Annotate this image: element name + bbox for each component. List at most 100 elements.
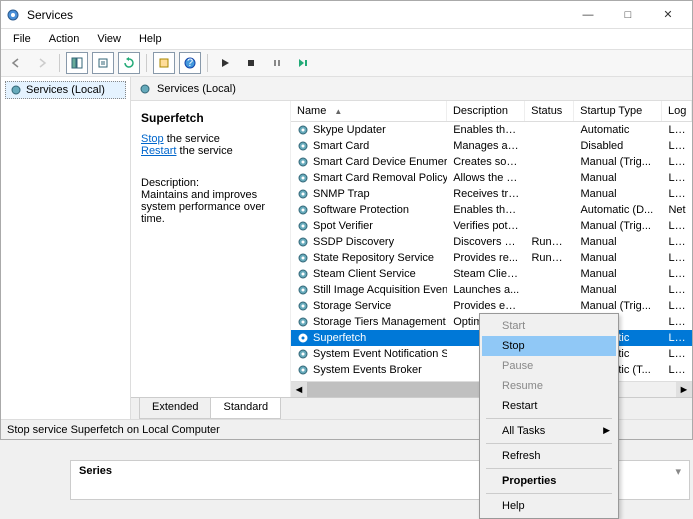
gear-icon [297,364,309,376]
cm-refresh[interactable]: Refresh [482,446,616,466]
col-header-status[interactable]: Status [525,101,574,121]
tab-standard[interactable]: Standard [210,398,281,419]
properties-button[interactable] [153,52,175,74]
service-logon: Loc [662,364,692,376]
gear-icon [297,140,309,152]
minimize-button[interactable]: — [568,1,608,29]
titlebar: Services — □ ✕ [1,1,692,29]
cm-help[interactable]: Help [482,496,616,516]
menu-file[interactable]: File [5,31,39,47]
detail-pane: Superfetch Stop the service Restart the … [131,101,291,397]
service-row[interactable]: Software ProtectionEnables the ...Automa… [291,202,692,218]
service-desc: Enables the ... [447,204,525,216]
gear-icon [10,84,22,96]
gear-icon [297,188,309,200]
service-name: Skype Updater [313,124,386,136]
cm-alltasks[interactable]: All Tasks▶ [482,421,616,441]
service-row[interactable]: Smart Card Removal PolicyAllows the s...… [291,170,692,186]
services-app-icon [5,7,21,23]
tree-pane: Services (Local) [1,77,131,419]
service-desc: Receives tra... [447,188,525,200]
menubar: File Action View Help [1,29,692,49]
col-header-description[interactable]: Description [447,101,525,121]
refresh-button[interactable] [118,52,140,74]
service-row[interactable]: SNMP TrapReceives tra...ManualLoc [291,186,692,202]
service-name: System Event Notification S [313,348,447,360]
tree-services-local[interactable]: Services (Local) [5,81,126,99]
service-logon: Loc [662,252,692,264]
service-logon: Loc [662,284,692,296]
scroll-left-icon[interactable]: ◄ [291,382,307,397]
pause-button[interactable] [266,52,288,74]
service-row[interactable]: Spot VerifierVerifies pote...Manual (Tri… [291,218,692,234]
menu-view[interactable]: View [89,31,129,47]
dropdown-icon[interactable]: ▾ [675,465,681,478]
gear-icon [297,348,309,360]
forward-button[interactable] [31,52,53,74]
service-name: Smart Card [313,140,369,152]
service-row[interactable]: Skype UpdaterEnables the ...AutomaticLoc [291,122,692,138]
export-button[interactable] [92,52,114,74]
gear-icon [297,284,309,296]
stop-link[interactable]: Stop [141,133,164,145]
service-startup: Manual [574,268,662,280]
detail-stop-line: Stop the service [141,133,280,145]
service-logon: Loc [662,124,692,136]
context-menu: Start Stop Pause Resume Restart All Task… [479,313,619,519]
detail-restart-line: Restart the service [141,145,280,157]
gear-icon [297,236,309,248]
gear-icon [297,300,309,312]
service-startup: Automatic (D... [574,204,662,216]
menu-help[interactable]: Help [131,31,170,47]
help-button[interactable]: ? [179,52,201,74]
bottom-label: Series [79,465,112,477]
service-name: State Repository Service [313,252,434,264]
service-desc: Verifies pote... [447,220,525,232]
service-desc: Allows the s... [447,172,525,184]
service-row[interactable]: SSDP DiscoveryDiscovers n...RunningManua… [291,234,692,250]
close-button[interactable]: ✕ [648,1,688,29]
service-name: Still Image Acquisition Events [313,284,447,296]
service-startup: Manual [574,172,662,184]
service-logon: Loc [662,268,692,280]
toolbar: ? [1,49,692,77]
service-row[interactable]: Storage ServiceProvides en...Manual (Tri… [291,298,692,314]
show-hide-tree-button[interactable] [66,52,88,74]
play-button[interactable] [214,52,236,74]
gear-icon [297,252,309,264]
cm-restart[interactable]: Restart [482,396,616,416]
service-desc: Creates soft... [447,156,525,168]
cm-start: Start [482,316,616,336]
service-status: Running [525,252,574,264]
service-logon: Loc [662,172,692,184]
cm-properties[interactable]: Properties [482,471,616,491]
svg-text:?: ? [187,57,193,69]
service-row[interactable]: Steam Client ServiceSteam Clien...Manual… [291,266,692,282]
service-row[interactable]: Smart CardManages ac...DisabledLoc [291,138,692,154]
service-startup: Manual [574,236,662,248]
service-logon: Loc [662,332,692,344]
back-button[interactable] [5,52,27,74]
tab-extended[interactable]: Extended [139,398,211,419]
service-row[interactable]: Smart Card Device Enumera...Creates soft… [291,154,692,170]
service-startup: Disabled [574,140,662,152]
restart-button[interactable] [292,52,314,74]
list-header: Name▲ Description Status Startup Type Lo… [291,101,692,122]
service-row[interactable]: State Repository ServiceProvides re...Ru… [291,250,692,266]
service-row[interactable]: Still Image Acquisition EventsLaunches a… [291,282,692,298]
main-header-title: Services (Local) [157,83,236,95]
stop-button[interactable] [240,52,262,74]
service-startup: Manual [574,188,662,200]
restart-link[interactable]: Restart [141,145,176,157]
service-startup: Manual [574,252,662,264]
col-header-startup[interactable]: Startup Type [574,101,662,121]
service-name: Steam Client Service [313,268,416,280]
service-name: Superfetch [313,332,366,344]
service-startup: Manual (Trig... [574,300,662,312]
maximize-button[interactable]: □ [608,1,648,29]
col-header-name[interactable]: Name▲ [291,101,447,121]
cm-stop[interactable]: Stop [482,336,616,356]
col-header-logon[interactable]: Log [662,101,692,121]
scroll-right-icon[interactable]: ► [676,382,692,397]
menu-action[interactable]: Action [41,31,88,47]
